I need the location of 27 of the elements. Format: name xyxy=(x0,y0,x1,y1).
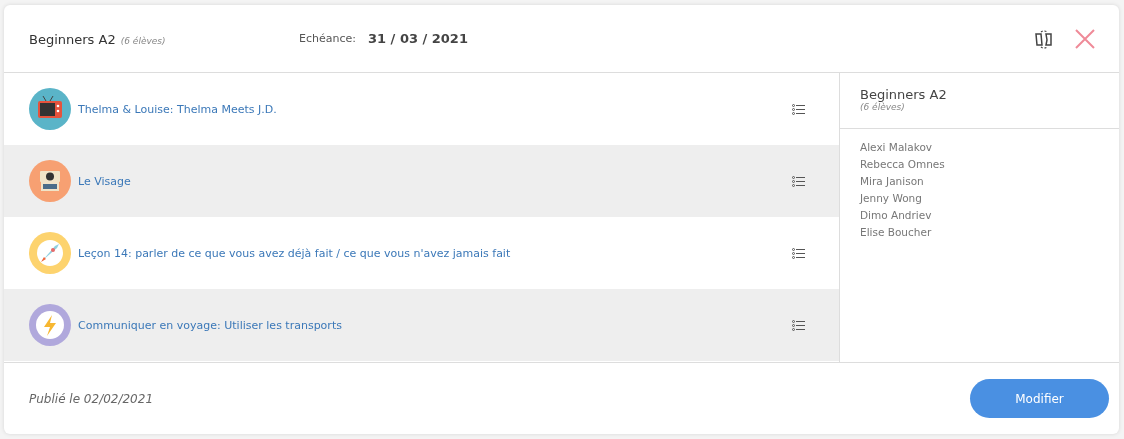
student-name: Mira Janison xyxy=(860,174,925,189)
student-name: Jenny Wong xyxy=(860,191,923,206)
list-icon[interactable] xyxy=(792,103,805,115)
list-icon[interactable] xyxy=(792,247,805,259)
student-name: Alexi Malakov xyxy=(860,140,934,155)
group-title: Beginners A2 xyxy=(29,32,116,47)
student-name: Elise Boucher xyxy=(860,225,933,240)
list-icon[interactable] xyxy=(792,319,805,331)
lesson-row[interactable]: Communiquer en voyage: Utiliser les transports xyxy=(4,289,839,361)
published-date: Publié le 02/02/2021 xyxy=(29,391,154,406)
lesson-row[interactable]: Le Visage xyxy=(4,145,839,217)
student-count: (6 élèves) xyxy=(120,36,166,46)
edit-button[interactable]: Modifier xyxy=(970,379,1109,418)
swap-icon[interactable] xyxy=(1033,27,1055,50)
lesson-link[interactable]: Le Visage xyxy=(78,174,131,188)
due-date: 31 / 03 / 2021 xyxy=(368,31,468,46)
lesson-row[interactable]: Leçon 14: parler de ce que vous avez déjà fait / ce que vous n'avez jamais fait xyxy=(4,217,839,289)
due-label: Echéance: xyxy=(299,32,356,45)
lesson-link[interactable]: Communiquer en voyage: Utiliser les transports xyxy=(78,318,342,332)
list-icon[interactable] xyxy=(792,175,805,187)
lesson-link[interactable]: Leçon 14: parler de ce que vous avez déjà fait / ce que vous n'avez jamais fait xyxy=(78,246,511,260)
panel-group-title: Beginners A2 xyxy=(860,87,948,102)
student-name: Dimo Andriev xyxy=(860,208,933,223)
panel-student-count: (6 élèves) xyxy=(860,102,905,112)
lesson-row[interactable]: Thelma & Louise: Thelma Meets J.D. xyxy=(4,73,839,145)
lesson-link[interactable]: Thelma & Louise: Thelma Meets J.D. xyxy=(78,102,277,116)
student-name: Rebecca Omnes xyxy=(860,157,946,172)
